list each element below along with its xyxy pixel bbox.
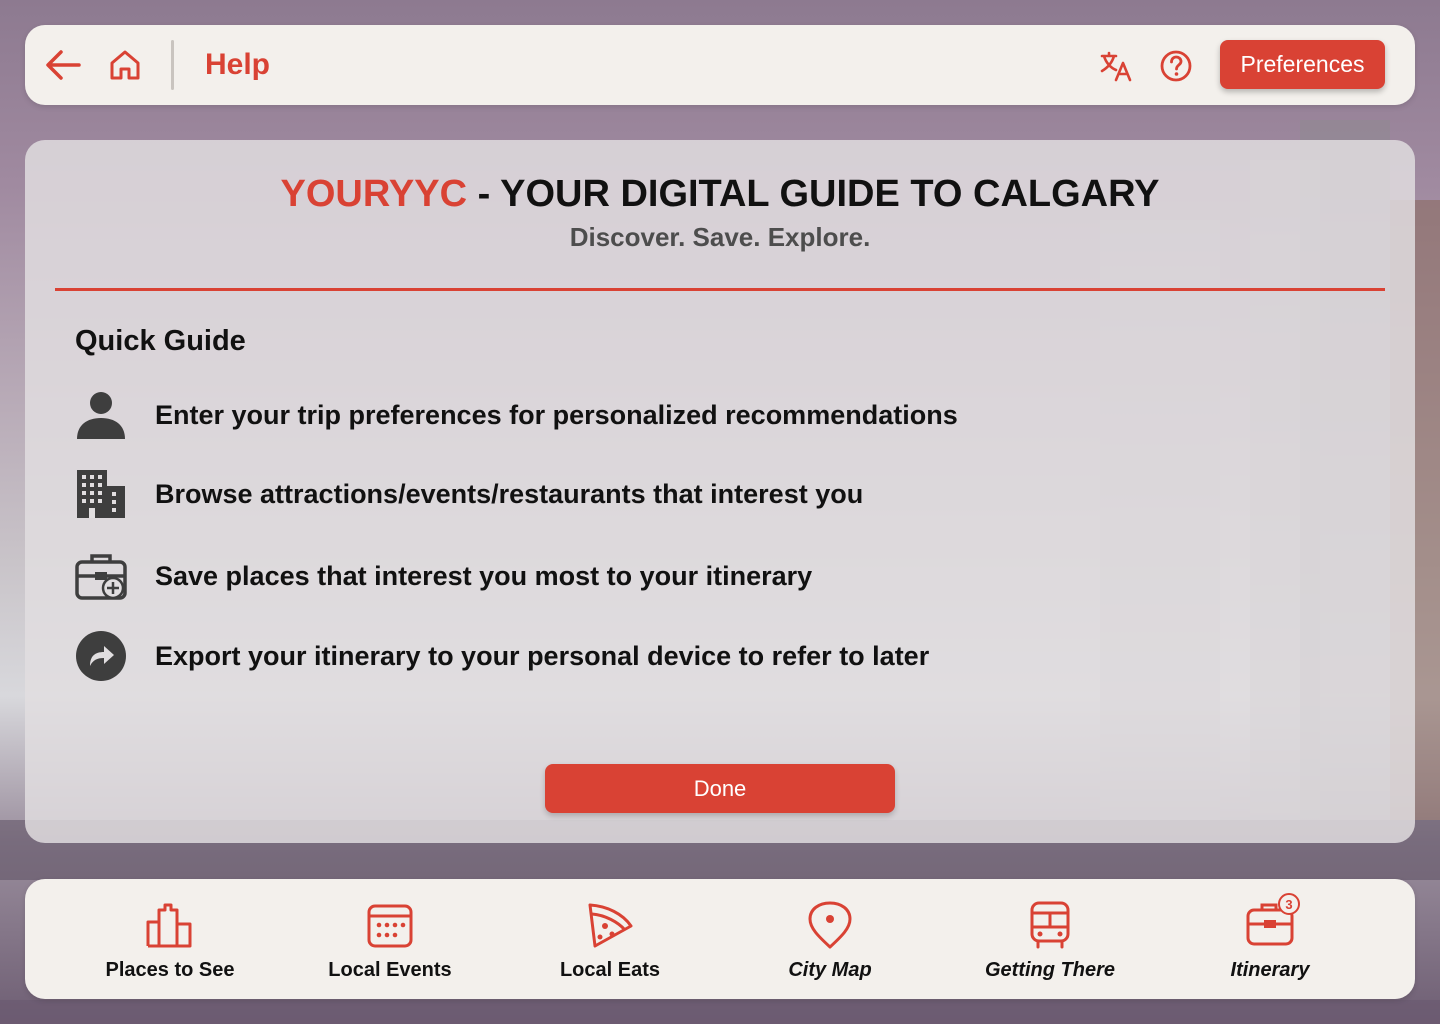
- done-button[interactable]: Done: [545, 764, 895, 813]
- brand-name: YOURYYC: [280, 173, 468, 215]
- person-icon: [75, 389, 127, 441]
- panel-title: YOURYYC - YOUR DIGITAL GUIDE TO CALGARY: [25, 170, 1415, 218]
- back-button[interactable]: [43, 47, 83, 83]
- translate-icon: [1100, 51, 1132, 82]
- home-button[interactable]: [105, 47, 145, 83]
- guide-item-text: Browse attractions/events/restaurants th…: [155, 479, 864, 509]
- guide-item: Enter your trip preferences for personal…: [75, 389, 958, 441]
- nav-item-places-to-see[interactable]: Places to See: [70, 899, 270, 989]
- header-divider: [171, 40, 174, 90]
- nav-label: Places to See: [105, 959, 235, 981]
- nav-label: Itinerary: [1230, 959, 1310, 981]
- top-bar: Help Preferences: [25, 25, 1415, 105]
- briefcase-add-icon: [75, 550, 127, 602]
- panel-title-text: - YOUR DIGITAL GUIDE TO CALGARY: [467, 173, 1160, 215]
- help-panel: YOURYYC - YOUR DIGITAL GUIDE TO CALGARY …: [25, 140, 1415, 843]
- panel-subtitle: Discover. Save. Explore.: [569, 222, 871, 252]
- nav-item-local-eats[interactable]: Local Eats: [510, 899, 710, 989]
- arrow-left-icon: [46, 50, 81, 80]
- guide-item: Save places that interest you most to yo…: [75, 550, 812, 602]
- nav-item-city-map[interactable]: City Map: [730, 899, 930, 989]
- preferences-button[interactable]: Preferences: [1220, 40, 1385, 89]
- title-divider: [55, 288, 1385, 291]
- guide-item: Export your itinerary to your personal d…: [75, 630, 929, 682]
- nav-label: City Map: [788, 959, 872, 981]
- nav-label: Getting There: [984, 959, 1115, 981]
- nav-label: Local Events: [328, 959, 452, 981]
- nav-item-local-events[interactable]: Local Events: [290, 899, 490, 989]
- page-title: Help: [205, 48, 271, 81]
- calendar-icon: [364, 899, 416, 951]
- map-pin-icon: [804, 899, 856, 951]
- guide-item: Browse attractions/events/restaurants th…: [75, 468, 863, 520]
- city-buildings-icon: [144, 899, 196, 951]
- guide-heading: Quick Guide: [75, 325, 246, 357]
- buildings-icon: [75, 468, 127, 520]
- guide-item-text: Save places that interest you most to yo…: [155, 561, 813, 591]
- home-icon: [110, 50, 140, 80]
- guide-item-text: Export your itinerary to your personal d…: [155, 641, 930, 671]
- nav-item-getting-there[interactable]: Getting There: [950, 899, 1150, 989]
- bottom-nav: Places to See Local Events Local Eats Ci…: [25, 879, 1415, 999]
- nav-label: Local Eats: [559, 959, 661, 981]
- translate-button[interactable]: [1097, 47, 1135, 85]
- briefcase-icon: 3: [1244, 893, 1300, 951]
- share-arrow-icon: [75, 630, 127, 682]
- question-circle-icon: [1160, 50, 1192, 82]
- help-button[interactable]: [1157, 47, 1195, 85]
- itinerary-count-badge: 3: [1278, 893, 1300, 915]
- bus-icon: [1024, 899, 1076, 951]
- nav-item-itinerary[interactable]: 3 Itinerary: [1170, 893, 1370, 989]
- guide-item-text: Enter your trip preferences for personal…: [155, 400, 958, 430]
- pizza-icon: [584, 899, 636, 951]
